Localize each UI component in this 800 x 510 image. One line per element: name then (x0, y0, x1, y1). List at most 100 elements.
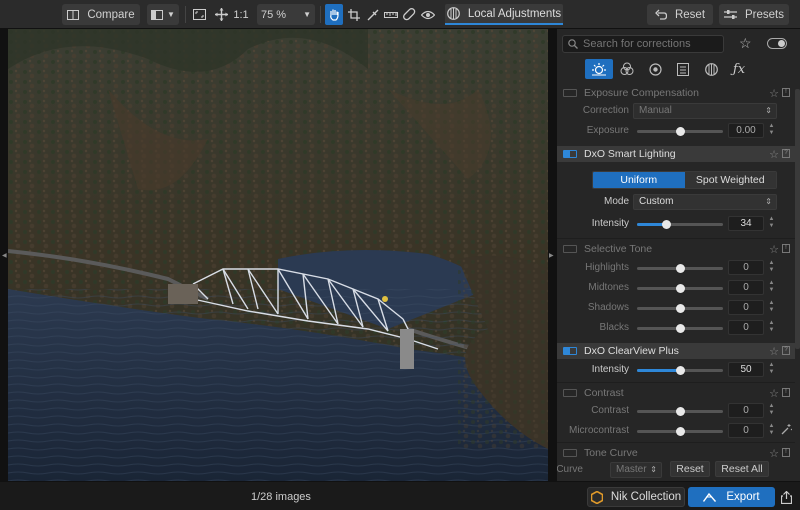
intensity-stepper[interactable]: ▲ ▼ (767, 362, 776, 377)
share-icon[interactable] (779, 487, 793, 507)
viewer-right-resize-handle[interactable]: ▶ (549, 252, 554, 259)
chevron-updown-icon: ⇕ (650, 465, 657, 474)
highlights-slider[interactable] (637, 264, 723, 273)
section-divider (557, 382, 795, 383)
export-button[interactable]: Export (688, 487, 775, 507)
section-title: Selective Tone (584, 243, 653, 255)
curve-channel-select[interactable]: Master ⇕ (610, 462, 662, 478)
magic-wand-icon[interactable] (781, 424, 792, 435)
contrast-stepper[interactable]: ▲ ▼ (767, 403, 776, 418)
midtones-value[interactable]: 0 (728, 280, 764, 295)
move-icon[interactable] (213, 4, 229, 25)
highlights-value[interactable]: 0 (728, 260, 764, 275)
clearview-intensity-value[interactable]: 50 (728, 362, 764, 377)
tab-local[interactable] (697, 59, 725, 79)
tab-light[interactable] (585, 59, 613, 79)
mode-select[interactable]: Custom ⇕ (633, 194, 777, 210)
section-toggle[interactable] (563, 245, 577, 253)
star-icon[interactable]: ☆ (769, 148, 779, 161)
preview-eye-icon[interactable] (420, 4, 436, 25)
chevron-updown-icon: ⇕ (765, 197, 772, 206)
star-icon[interactable]: ☆ (769, 447, 779, 460)
corrections-search[interactable] (562, 35, 724, 53)
star-icon[interactable]: ☆ (769, 243, 779, 256)
star-icon[interactable]: ☆ (769, 387, 779, 400)
search-input[interactable] (583, 38, 718, 50)
contrast-label: Contrast (591, 405, 629, 416)
exposure-stepper[interactable]: ▲ ▼ (767, 123, 776, 138)
intensity-stepper[interactable]: ▲ ▼ (767, 216, 776, 231)
midtones-slider[interactable] (637, 284, 723, 293)
section-toggle[interactable] (563, 449, 577, 457)
section-smart-lighting[interactable]: DxO Smart Lighting ☆ ? (557, 146, 795, 162)
section-toggle[interactable] (563, 347, 577, 355)
tab-color[interactable] (613, 59, 641, 79)
blacks-stepper[interactable]: ▲ ▼ (767, 320, 776, 335)
exposure-slider[interactable] (637, 127, 723, 136)
midtones-stepper[interactable]: ▲ ▼ (767, 280, 776, 295)
view-mode-dropdown[interactable]: ▼ (147, 4, 179, 25)
tab-geometry[interactable] (669, 59, 697, 79)
section-contrast[interactable]: Contrast ☆ ! (557, 385, 795, 401)
blacks-slider[interactable] (637, 324, 723, 333)
compare-button[interactable]: Compare (62, 4, 140, 25)
hand-tool-icon[interactable] (325, 4, 343, 25)
tab-effects[interactable]: ƒx (725, 59, 753, 79)
pin-icon[interactable]: ? (782, 149, 790, 158)
photo-canyon-bridge (8, 29, 548, 481)
section-exposure-compensation[interactable]: Exposure Compensation ☆ ! (557, 85, 795, 101)
highlights-stepper[interactable]: ▲ ▼ (767, 260, 776, 275)
pin-icon[interactable]: ? (782, 346, 790, 355)
microcontrast-stepper[interactable]: ▲ ▼ (767, 423, 776, 438)
image-viewer[interactable]: ◀ ▶ (0, 29, 556, 481)
blacks-value[interactable]: 0 (728, 320, 764, 335)
reset-button[interactable]: Reset (647, 4, 713, 25)
section-tone-curve[interactable]: Tone Curve ☆ ! (557, 445, 795, 461)
panel-scrollbar[interactable] (795, 89, 800, 349)
pin-icon[interactable]: ! (782, 88, 790, 97)
shadows-stepper[interactable]: ▲ ▼ (767, 300, 776, 315)
favorites-star-icon[interactable]: ☆ (739, 35, 752, 52)
nik-collection-button[interactable]: Nik Collection (587, 487, 685, 507)
panel-toggle-switch[interactable] (767, 38, 787, 49)
section-toggle[interactable] (563, 89, 577, 97)
shadows-value[interactable]: 0 (728, 300, 764, 315)
crop-icon[interactable] (346, 4, 362, 25)
contrast-slider[interactable] (637, 407, 723, 416)
correction-select[interactable]: Manual ⇕ (633, 103, 777, 119)
section-clearview-plus[interactable]: DxO ClearView Plus ☆ ? (557, 343, 795, 359)
pin-icon[interactable]: ! (782, 244, 790, 253)
zoom-select[interactable]: 75 % ▼ (257, 4, 315, 25)
smart-lighting-intensity-value[interactable]: 34 (728, 216, 764, 231)
row-clearview-intensity: Intensity 50 ▲ ▼ (557, 361, 795, 379)
mode-uniform-button[interactable]: Uniform (593, 172, 685, 188)
horizon-tool-icon[interactable] (383, 4, 399, 25)
tab-detail[interactable] (641, 59, 669, 79)
star-icon[interactable]: ☆ (769, 345, 779, 358)
shadows-slider[interactable] (637, 304, 723, 313)
presets-button[interactable]: Presets (719, 4, 789, 25)
local-adjustments-button[interactable]: Local Adjustments (445, 4, 563, 25)
microcontrast-value[interactable]: 0 (728, 423, 764, 438)
repair-tool-icon[interactable] (401, 4, 417, 25)
pin-icon[interactable]: ! (782, 448, 790, 457)
pin-icon[interactable]: ! (782, 388, 790, 397)
eyedropper-icon[interactable] (365, 4, 381, 25)
star-icon[interactable]: ☆ (769, 87, 779, 100)
smart-lighting-intensity-slider[interactable] (637, 220, 723, 229)
curve-reset-all-button[interactable]: Reset All (715, 461, 769, 477)
section-toggle[interactable] (563, 389, 577, 397)
zoom-100-button[interactable]: 1:1 (232, 4, 250, 25)
mode-spot-weighted-button[interactable]: Spot Weighted (684, 172, 776, 188)
viewer-left-resize-handle[interactable]: ◀ (2, 252, 7, 259)
section-selective-tone[interactable]: Selective Tone ☆ ! (557, 241, 795, 257)
contrast-value[interactable]: 0 (728, 403, 764, 418)
exposure-value[interactable]: 0.00 (728, 123, 764, 138)
section-toggle[interactable] (563, 150, 577, 158)
geometry-icon (677, 62, 689, 76)
clearview-intensity-slider[interactable] (637, 366, 723, 375)
curve-reset-button[interactable]: Reset (670, 461, 710, 477)
fit-to-screen-icon[interactable] (191, 4, 207, 25)
section-divider (557, 442, 795, 443)
microcontrast-slider[interactable] (637, 427, 723, 436)
